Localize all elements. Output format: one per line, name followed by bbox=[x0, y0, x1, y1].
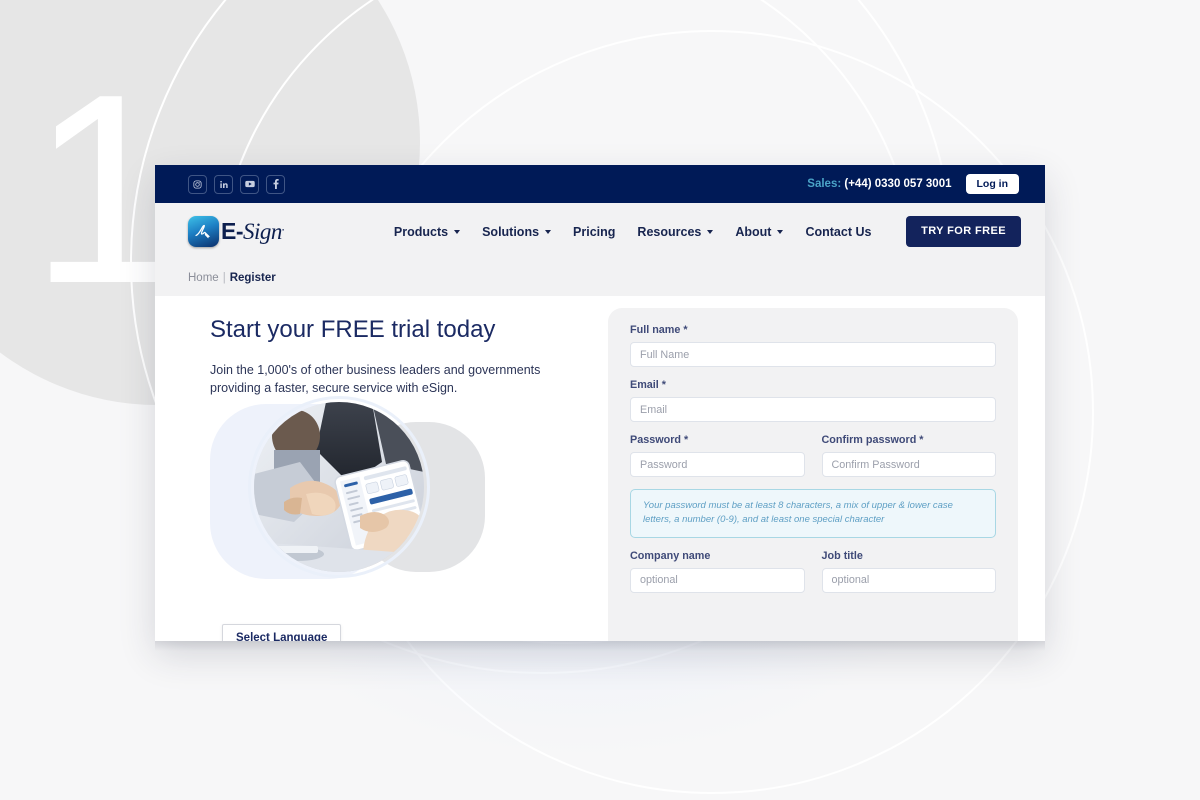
chevron-down-icon bbox=[777, 229, 784, 234]
breadcrumb-separator: | bbox=[222, 272, 226, 284]
password-input[interactable] bbox=[630, 452, 805, 477]
hero-text-block: Start your FREE trial today Join the 1,0… bbox=[210, 316, 610, 397]
nav-item-contact-us[interactable]: Contact Us bbox=[805, 225, 871, 239]
password-row: Password * Confirm password * bbox=[630, 434, 996, 477]
logo-text-main: E- bbox=[221, 218, 244, 244]
sales-phone-line[interactable]: Sales: (+44) 0330 057 3001 bbox=[807, 178, 951, 190]
nav-item-products[interactable]: Products bbox=[393, 224, 461, 239]
registration-form: Full name * Email * Password * Confirm p… bbox=[608, 308, 1018, 641]
confirm-password-input[interactable] bbox=[821, 452, 996, 477]
sales-label: Sales: bbox=[807, 178, 842, 190]
nav-item-resources[interactable]: Resources bbox=[637, 224, 714, 239]
nav-label: Pricing bbox=[573, 224, 616, 239]
login-button[interactable]: Log in bbox=[965, 173, 1019, 195]
company-row: Company name Job title bbox=[630, 550, 996, 593]
logo-wordmark: E-Sign. bbox=[221, 218, 285, 244]
breadcrumb-home-link[interactable]: Home bbox=[188, 272, 219, 284]
field-confirm-password: Confirm password * bbox=[821, 434, 996, 477]
field-company-name: Company name bbox=[630, 550, 805, 593]
top-utility-bar: Sales: (+44) 0330 057 3001 Log in bbox=[155, 165, 1045, 203]
password-requirements-hint: Your password must be at least 8 charact… bbox=[630, 489, 996, 538]
password-label: Password * bbox=[630, 434, 689, 446]
breadcrumb-current-page: Register bbox=[229, 272, 276, 284]
hero-illustration: Select Language bbox=[210, 396, 510, 641]
page-content: Start your FREE trial today Join the 1,0… bbox=[155, 296, 1045, 641]
youtube-icon[interactable] bbox=[240, 174, 259, 194]
field-password: Password * bbox=[630, 434, 805, 477]
esign-logo[interactable]: E-Sign. bbox=[188, 216, 284, 247]
full-name-input[interactable] bbox=[630, 342, 996, 367]
page-title: Start your FREE trial today bbox=[210, 316, 496, 343]
chevron-down-icon bbox=[707, 229, 714, 234]
breadcrumb: Home | Register bbox=[155, 260, 1045, 296]
company-name-input[interactable] bbox=[630, 567, 805, 593]
nav-item-pricing[interactable]: Pricing bbox=[573, 225, 615, 239]
hero-subtitle: Join the 1,000's of other business leade… bbox=[210, 362, 541, 395]
field-full-name: Full name * bbox=[630, 324, 996, 367]
select-language-button[interactable]: Select Language bbox=[222, 624, 342, 641]
field-job-title: Job title bbox=[821, 549, 996, 593]
nav-item-about[interactable]: About bbox=[735, 224, 784, 239]
company-name-label: Company name bbox=[630, 549, 711, 562]
nav-label: Contact Us bbox=[805, 224, 872, 239]
logo-mark-icon bbox=[188, 216, 219, 247]
confirm-password-label: Confirm password * bbox=[821, 434, 924, 446]
nav-label: Products bbox=[393, 224, 449, 239]
handshake-photo bbox=[254, 402, 424, 572]
email-label: Email * bbox=[630, 379, 667, 391]
social-icon-group bbox=[188, 174, 285, 194]
sales-phone-number: (+44) 0330 057 3001 bbox=[844, 178, 952, 190]
instagram-icon[interactable] bbox=[188, 174, 207, 194]
facebook-icon[interactable] bbox=[266, 174, 285, 194]
email-input[interactable] bbox=[630, 397, 996, 422]
field-email: Email * bbox=[630, 379, 996, 422]
job-title-input[interactable] bbox=[821, 567, 996, 593]
try-for-free-button[interactable]: TRY FOR FREE bbox=[906, 216, 1021, 247]
nav-label: About bbox=[735, 224, 772, 239]
logo-trademark: . bbox=[281, 222, 285, 233]
chevron-down-icon bbox=[545, 229, 552, 234]
nav-label: Resources bbox=[637, 224, 702, 239]
main-navigation-bar: E-Sign. Products Solutions Pricing Resou… bbox=[155, 203, 1045, 260]
linkedin-icon[interactable] bbox=[214, 174, 233, 194]
job-title-label: Job title bbox=[821, 549, 863, 562]
primary-nav: Products Solutions Pricing Resources Abo… bbox=[394, 225, 872, 239]
logo-text-script: Sign bbox=[243, 219, 282, 244]
top-bar-right-group: Sales: (+44) 0330 057 3001 Log in bbox=[807, 173, 1019, 195]
full-name-label: Full name * bbox=[630, 324, 688, 336]
window-bottom-shadow bbox=[155, 641, 1045, 651]
nav-label: Solutions bbox=[482, 224, 540, 239]
chevron-down-icon bbox=[454, 229, 461, 234]
browser-window: Sales: (+44) 0330 057 3001 Log in E-Sign… bbox=[155, 165, 1045, 641]
nav-item-solutions[interactable]: Solutions bbox=[482, 224, 552, 239]
